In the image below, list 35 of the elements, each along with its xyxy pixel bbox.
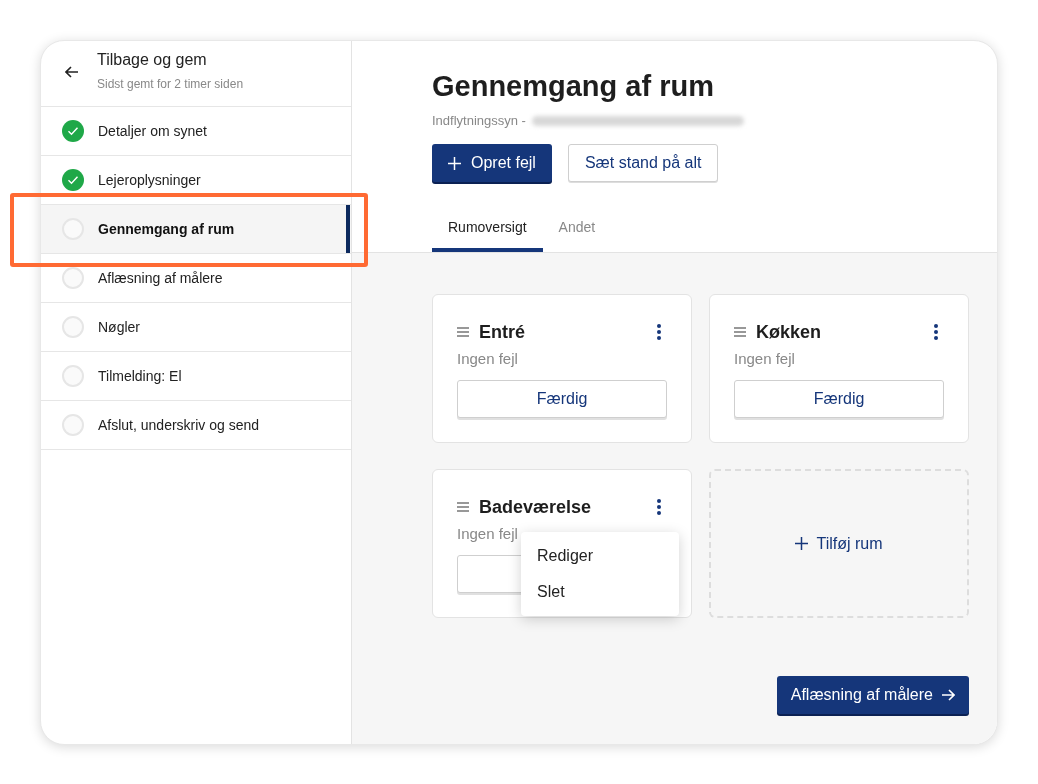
room-status: Ingen fejl <box>734 350 796 369</box>
page-subtitle: Indflytningssyn - <box>432 113 526 128</box>
menu-item[interactable]: Rediger <box>521 538 679 574</box>
set-condition-button[interactable]: Sæt stand på alt <box>567 144 719 182</box>
more-options-icon[interactable] <box>657 324 661 340</box>
step-item[interactable]: Aflæsning af målere <box>41 254 351 303</box>
back-arrow-icon[interactable] <box>65 66 79 78</box>
arrow-right-icon <box>941 689 955 701</box>
back-title[interactable]: Tilbage og gem <box>97 51 244 69</box>
plus-icon <box>448 156 461 170</box>
room-status: Ingen fejl <box>457 525 519 544</box>
drag-handle-icon[interactable] <box>457 327 469 337</box>
page-title: Gennemgang af rum <box>432 69 715 103</box>
step-item[interactable]: Gennemgang af rum <box>41 205 351 254</box>
more-options-icon[interactable] <box>657 499 661 515</box>
step-item[interactable]: Detaljer om synet <box>41 107 351 156</box>
room-status: Ingen fejl <box>457 350 519 369</box>
tab[interactable]: Andet <box>542 219 612 252</box>
room-name: Entré <box>479 321 526 343</box>
menu-item[interactable]: Slet <box>521 574 679 610</box>
create-error-button[interactable]: Opret fejl <box>432 144 552 182</box>
step-item[interactable]: Afslut, underskriv og send <box>41 401 351 450</box>
last-saved-text: Sidst gemt for 2 timer siden <box>97 77 244 91</box>
room-name: Køkken <box>756 321 823 343</box>
drag-handle-icon[interactable] <box>457 502 469 512</box>
room-name: Badeværelse <box>479 496 593 518</box>
done-button[interactable]: Færdig <box>457 380 667 418</box>
next-step-button[interactable]: Aflæsning af målere <box>776 676 969 714</box>
add-room-button[interactable]: Tilføj rum <box>709 469 969 618</box>
done-button[interactable]: Færdig <box>734 380 944 418</box>
more-options-icon[interactable] <box>934 324 938 340</box>
plus-icon <box>795 537 809 550</box>
step-item[interactable]: Tilmelding: El <box>41 352 351 401</box>
step-item[interactable]: Nøgler <box>41 303 351 352</box>
drag-handle-icon[interactable] <box>734 327 746 337</box>
